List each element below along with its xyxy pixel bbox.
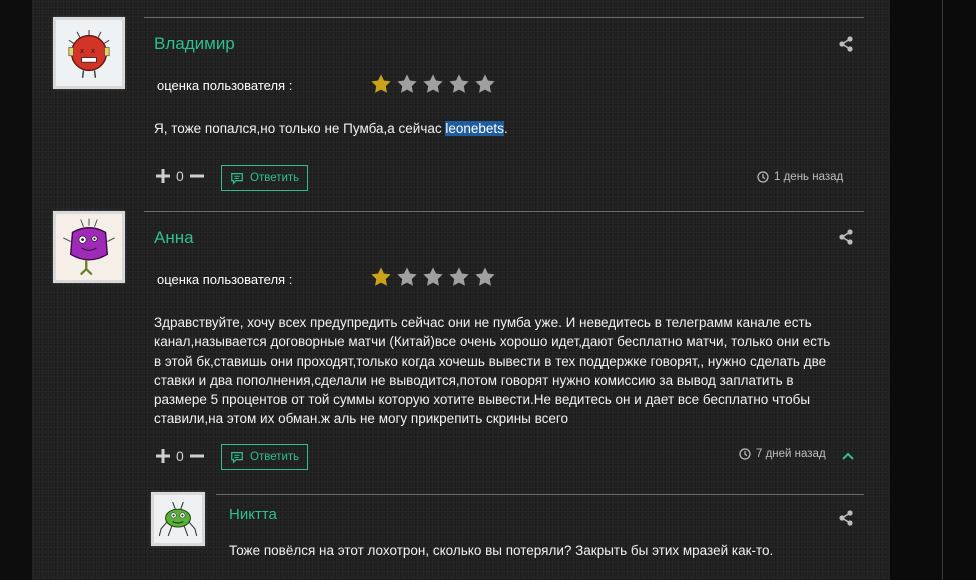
comment-text-line: Здравствуйте, хочу всех предупредить сей… [154,315,812,330]
comment-author: Владимир [154,34,235,53]
comment-separator [144,211,864,212]
page-right-gutter [890,0,976,580]
comment-text-line: в этой бк,ставишь они проходят,только ко… [154,353,827,369]
page-left-gutter [0,0,32,580]
plus-icon[interactable] [156,169,170,183]
comment-text: Тоже повёлся на этот лохотрон, сколько в… [229,543,774,558]
star-icon [449,74,469,93]
comment-icon [231,173,243,185]
comment-text-line: ставили,на этом их обман.ж аль не могу п… [154,411,569,427]
comment-author: Анна [154,228,194,247]
star-rating [370,73,496,95]
reply-button-label: Ответить [250,451,300,463]
star-icon [423,267,443,286]
rating-label: оценка пользователя : [157,78,293,93]
star-rating [370,266,496,288]
star-icon [475,267,495,286]
clock-icon [739,448,751,460]
comment-separator [144,17,864,18]
star-icon [397,74,417,93]
reply-button[interactable]: Ответить [221,165,309,191]
avatar-red-monster-image: x x [56,20,122,86]
divider [942,0,943,580]
avatar [151,492,205,546]
star-icon [397,267,417,286]
plus-icon[interactable] [156,449,170,463]
avatar-green-monster-image [154,495,202,543]
comment-author: Никтта [229,506,277,523]
svg-text:x: x [80,46,85,55]
time-text: 1 день назад [774,171,844,183]
comment-icon [231,452,243,464]
highlighted-text: leonebets [445,121,504,136]
time-text: 7 дней назад [756,448,826,460]
comment-text-line: размере 5 процентов от той суммы которую… [154,392,811,408]
star-icon [371,267,391,286]
comment-text-line: ставки и два пополнения,сделали не вывод… [154,372,794,388]
comment-text-part: Я, тоже попался,но только не Пумба,а сей… [154,121,446,136]
minus-icon[interactable] [189,169,204,183]
avatar [53,211,125,283]
share-icon[interactable] [838,36,854,52]
star-icon [475,74,495,93]
share-icon[interactable] [838,229,854,245]
comment-time: 1 день назад [757,171,843,183]
reply-button[interactable]: Ответить [221,444,309,470]
vote-count: 0 [176,168,184,184]
minus-icon[interactable] [189,449,204,463]
comment-text: Здравствуйте, хочу всех предупредить сей… [154,313,854,429]
comment-text: Я, тоже попался,но только не Пумба,а сей… [154,119,854,138]
clock-icon [757,171,769,183]
star-icon [423,74,443,93]
star-icon [371,74,391,93]
avatar: x x [53,17,125,89]
comment-separator [216,494,864,495]
avatar-purple-monster-image [56,214,122,280]
vote-count: 0 [176,448,184,464]
vote-control: 0 [156,448,204,464]
reply-button-label: Ответить [250,172,300,184]
share-icon[interactable] [838,510,854,526]
svg-text:x: x [91,46,96,55]
vote-control: 0 [156,168,204,184]
comment-text-part: . [503,121,508,136]
rating-label: оценка пользователя : [157,272,293,287]
star-icon [449,267,469,286]
comment-time: 7 дней назад [739,448,826,460]
chevron-up-icon[interactable] [841,449,855,463]
comment-text-line: канал,называется договорные матчи (Китай… [154,334,831,350]
